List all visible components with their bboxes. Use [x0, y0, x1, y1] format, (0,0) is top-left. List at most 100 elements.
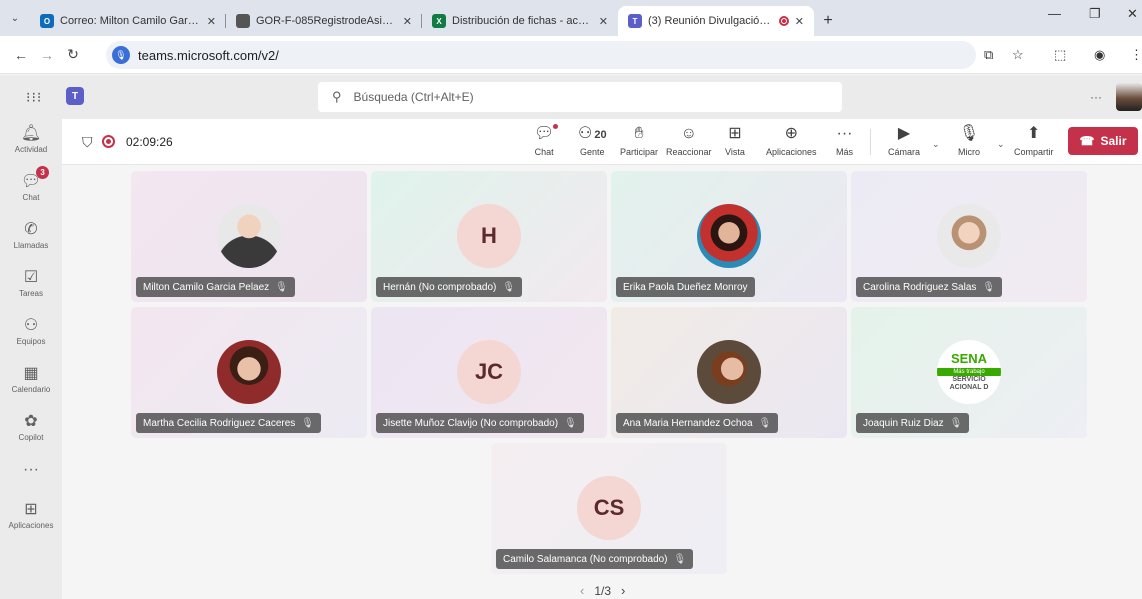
participant-tile[interactable]: JC Jisette Muñoz Clavijo (No comprobado) 🎙… — [371, 307, 607, 438]
address-bar: ← → ↻ 🎙︎ teams.microsoft.com/v2/ ⧉ ☆ ⬚ ◉… — [0, 36, 1142, 74]
rail-item-aplicaciones[interactable]: ⊞ Aplicaciones — [0, 499, 62, 530]
participant-tile[interactable]: Ana Maria Hernandez Ochoa 🎙︎ — [611, 307, 847, 438]
meeting-controls-bar: ⛉ 02:09:26 💬︎ Chat ⚇ 20 Gente ✋︎ Particip… — [62, 119, 1142, 165]
gallery-pager: ‹ 1/3 › — [580, 583, 625, 598]
raise-hand-button[interactable]: ✋︎ Participar — [620, 123, 658, 157]
rail-item-copilot[interactable]: ✿ Copilot — [0, 411, 62, 442]
shield-icon[interactable]: ⛉ — [82, 134, 93, 151]
close-tab-icon[interactable]: ✕ — [795, 15, 804, 28]
camera-off-icon: ▶︎ — [897, 125, 911, 142]
chat-button[interactable]: 💬︎ Chat — [534, 123, 559, 157]
search-input[interactable]: ⚲ Búsqueda (Ctrl+Alt+E) — [318, 82, 842, 112]
rail-item-more[interactable]: ··· — [0, 459, 62, 481]
participant-photo-avatar — [937, 204, 1001, 268]
url-field[interactable]: 🎙︎ teams.microsoft.com/v2/ — [106, 41, 976, 69]
tab-search-icon[interactable]: ⌄ — [0, 3, 30, 33]
rail-item-actividad[interactable]: 🔔︎ Actividad — [0, 123, 62, 154]
camera-options-icon[interactable]: ⌄ — [932, 139, 940, 150]
participant-name: Camilo Salamanca (No comprobado) — [503, 553, 668, 565]
app-launcher-icon[interactable]: ⁝⁝⁝ — [26, 89, 42, 106]
react-button[interactable]: ☺ Reaccionar — [666, 123, 712, 157]
participant-name-label: Carolina Rodriguez Salas 🎙︎ — [856, 277, 1003, 297]
participant-initials-avatar: CS — [577, 476, 641, 540]
mic-muted-icon: 🎙︎ — [564, 417, 577, 429]
profile-icon[interactable]: ◉ — [1094, 47, 1105, 63]
meeting-timer: 02:09:26 — [126, 135, 173, 149]
share-button[interactable]: ⬆ Compartir — [1014, 123, 1054, 157]
search-placeholder: Búsqueda (Ctrl+Alt+E) — [353, 90, 474, 104]
rail-item-label: Chat — [22, 193, 40, 202]
participant-initials-avatar: H — [457, 204, 521, 268]
restore-icon[interactable]: ❐ — [1089, 6, 1101, 22]
tab-title: Distribución de fichas - acompa — [452, 15, 593, 27]
rail-item-llamadas[interactable]: ✆ Llamadas — [0, 219, 62, 250]
browser-tabstrip: ⌄ OCorreo: Milton Camilo Garcia Pe✕GOR-F… — [0, 0, 1142, 36]
more-icon: ··· — [23, 461, 39, 478]
rail-item-chat[interactable]: 💬︎ 3 Chat — [0, 166, 62, 202]
participant-name: Joaquin Ruiz Diaz — [863, 417, 944, 429]
participant-name-label: Erika Paola Dueñez Monroy — [616, 277, 755, 297]
more-options-icon[interactable]: ··· — [1090, 90, 1102, 104]
site-info-icon[interactable]: 🎙︎ — [112, 46, 130, 64]
user-avatar[interactable] — [1116, 83, 1142, 111]
browser-tab[interactable]: GOR-F-085RegistrodeAsistencia ✕ — [226, 6, 422, 36]
view-button[interactable]: ⊞ Vista — [725, 123, 745, 157]
logo-text: Más trabajo — [937, 368, 1001, 377]
browser-tab[interactable]: T (3) Reunión Divulgación Ru ✕ — [618, 6, 814, 36]
bookmark-star-icon[interactable]: ☆ — [1012, 47, 1024, 63]
leave-button[interactable]: ☎︎ Salir — [1068, 127, 1138, 155]
extensions-icon[interactable]: ⬚ — [1054, 47, 1066, 63]
participant-name: Hernán (No comprobado) — [383, 281, 497, 293]
mic-options-icon[interactable]: ⌄ — [997, 139, 1005, 150]
share-icon: ⬆ — [1027, 125, 1041, 142]
participant-tile[interactable]: Erika Paola Dueñez Monroy — [611, 171, 847, 302]
rail-item-equipos[interactable]: ⚇ Equipos — [0, 315, 62, 346]
tab-title: (3) Reunión Divulgación Ru — [648, 15, 773, 27]
browser-tab[interactable]: O Correo: Milton Camilo Garcia Pe ✕ — [30, 6, 226, 36]
participant-tile[interactable]: Carolina Rodriguez Salas 🎙︎ — [851, 171, 1087, 302]
people-button[interactable]: ⚇ 20 Gente — [578, 123, 607, 157]
new-tab-button[interactable]: + — [814, 6, 842, 36]
close-window-icon[interactable]: ✕ — [1127, 6, 1138, 22]
participant-tile[interactable]: H Hernán (No comprobado) 🎙︎ — [371, 171, 607, 302]
close-tab-icon[interactable]: ✕ — [599, 15, 608, 28]
more-button[interactable]: ··· Más — [836, 123, 853, 157]
participant-initials-avatar: JC — [457, 340, 521, 404]
participant-tile[interactable]: CS Camilo Salamanca (No comprobado) 🎙︎ — [491, 443, 727, 574]
minimize-icon[interactable]: — — [1048, 6, 1061, 21]
next-page-icon[interactable]: › — [621, 583, 625, 598]
rail-item-label: Aplicaciones — [8, 521, 54, 530]
close-tab-icon[interactable]: ✕ — [403, 15, 412, 28]
mic-muted-icon: 🎙︎ — [758, 417, 772, 429]
forward-icon[interactable]: → — [34, 47, 60, 63]
chat-icon: 💬︎ 3 — [21, 166, 50, 193]
previous-page-icon[interactable]: ‹ — [580, 583, 584, 598]
participant-tile[interactable]: Martha Cecilia Rodriguez Caceres 🎙︎ — [131, 307, 367, 438]
search-icon: ⚲ — [332, 89, 342, 104]
mic-button[interactable]: 🎙︎ Micro — [958, 123, 980, 157]
tab-title: Correo: Milton Camilo Garcia Pe — [60, 15, 201, 27]
tab-favicon-icon: X — [432, 14, 446, 28]
browser-menu-icon[interactable]: ⋮ — [1130, 47, 1142, 63]
rail-item-label: Calendario — [11, 385, 51, 394]
participant-name: Erika Paola Dueñez Monroy — [623, 281, 748, 293]
participant-name: Jisette Muñoz Clavijo (No comprobado) — [383, 417, 559, 429]
browser-tab[interactable]: X Distribución de fichas - acompa ✕ — [422, 6, 618, 36]
participant-tile[interactable]: SENA Más trabajo SERVICIO ACIONAL D Joaquin … — [851, 307, 1087, 438]
reload-icon[interactable]: ↻ — [60, 46, 86, 63]
participant-tile[interactable]: Milton Camilo Garcia Pelaez 🎙︎ — [131, 171, 367, 302]
participant-photo-avatar — [217, 204, 281, 268]
participant-name: Carolina Rodriguez Salas — [863, 281, 977, 293]
grid-view-icon: ⊞ — [728, 125, 742, 142]
left-rail: 🔔︎ Actividad 💬︎ 3 Chat ✆ Llamadas ☑ Tareas ⚇ Equip… — [0, 119, 62, 599]
rail-item-tareas[interactable]: ☑ Tareas — [0, 267, 62, 298]
rail-item-label: Equipos — [16, 337, 46, 346]
tasks-icon: ☑ — [23, 269, 39, 286]
install-app-icon[interactable]: ⧉ — [984, 47, 993, 63]
camera-button[interactable]: ▶︎ Cámara — [888, 123, 920, 157]
more-icon: ··· — [836, 125, 853, 142]
rail-item-calendario[interactable]: ▦ Calendario — [0, 363, 62, 394]
close-tab-icon[interactable]: ✕ — [207, 15, 216, 28]
back-icon[interactable]: ← — [8, 47, 34, 63]
apps-button[interactable]: ⊕ Aplicaciones — [766, 123, 817, 157]
